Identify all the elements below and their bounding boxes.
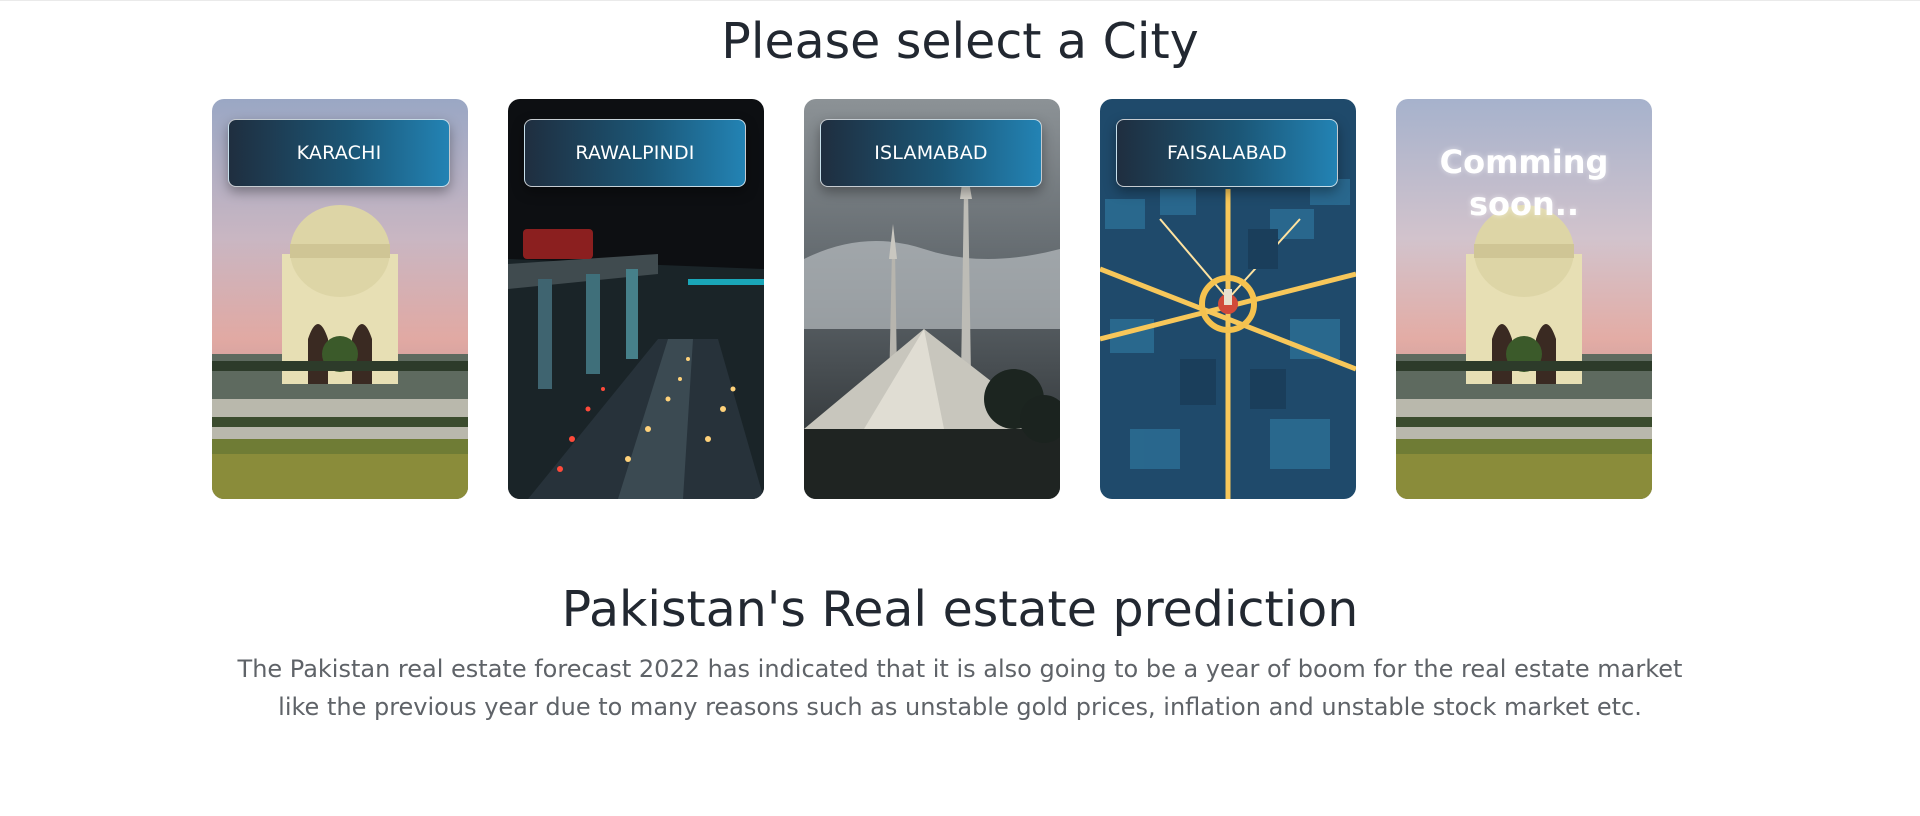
city-button-karachi[interactable]: KARACHI xyxy=(228,119,450,187)
page-title: Please select a City xyxy=(721,13,1199,70)
city-card-faisalabad[interactable]: FAISALABAD xyxy=(1100,99,1356,499)
city-button-faisalabad[interactable]: FAISALABAD xyxy=(1116,119,1338,187)
city-card-rawalpindi[interactable]: RAWALPINDI xyxy=(508,99,764,499)
section-description: The Pakistan real estate forecast 2022 h… xyxy=(237,655,1683,721)
city-button-islamabad[interactable]: ISLAMABAD xyxy=(820,119,1042,187)
city-button-rawalpindi[interactable]: RAWALPINDI xyxy=(524,119,746,187)
city-card-islamabad[interactable]: ISLAMABAD xyxy=(804,99,1060,499)
top-divider xyxy=(0,0,1920,1)
city-card-karachi[interactable]: KARACHI xyxy=(212,99,468,499)
section-title: Pakistan's Real estate prediction xyxy=(561,581,1359,638)
city-card-list: KARACHI RAWALPINDI ISLAMABAD FAISALABAD … xyxy=(212,99,1652,499)
city-card-coming-soon: Comming soon.. xyxy=(1396,99,1652,499)
coming-soon-label: Comming soon.. xyxy=(1439,143,1609,223)
